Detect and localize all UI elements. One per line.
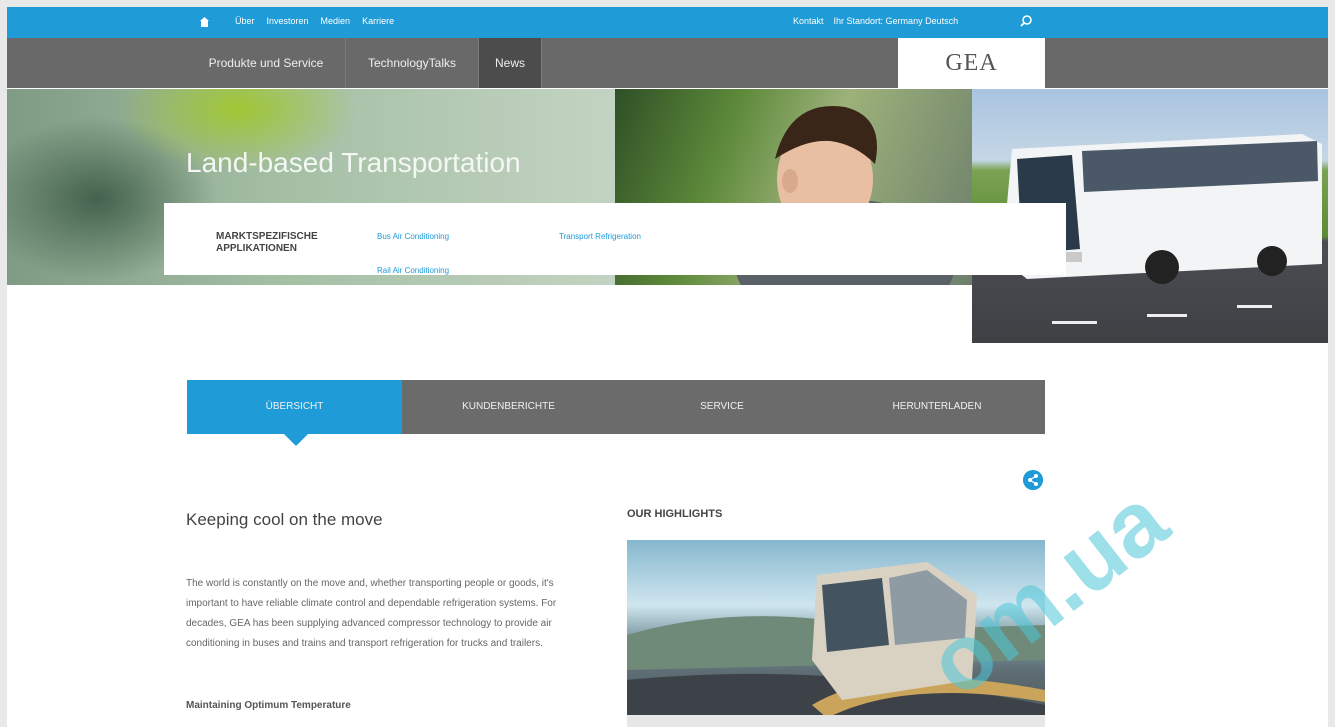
market-applications-panel: MARKTSPEZIFISCHE APPLIKATIONEN Bus Air C… — [164, 203, 1066, 275]
search-icon[interactable] — [1019, 14, 1033, 28]
main-navigation: Produkte und Service TechnologyTalks New… — [7, 38, 1328, 88]
utility-right-links: Kontakt Ihr Standort: Germany Deutsch — [793, 16, 958, 26]
utility-link-media[interactable]: Medien — [321, 16, 351, 26]
content-title: Keeping cool on the move — [186, 510, 383, 529]
share-icon[interactable] — [1023, 470, 1043, 490]
tab-customer-reports[interactable]: KUNDENBERICHTE — [402, 380, 616, 434]
home-icon[interactable] — [200, 17, 209, 27]
location-selector[interactable]: Ihr Standort: Germany Deutsch — [834, 16, 959, 26]
contact-link[interactable]: Kontakt — [793, 16, 824, 26]
link-transport-refrigeration[interactable]: Transport Refrigeration — [559, 232, 641, 241]
road-marking — [1052, 321, 1097, 324]
content-tabs: ÜBERSICHT KUNDENBERICHTE SERVICE HERUNTE… — [187, 380, 1045, 434]
active-tab-indicator — [284, 434, 308, 446]
utility-link-investors[interactable]: Investoren — [267, 16, 309, 26]
browser-page: Über Investoren Medien Karriere Kontakt … — [7, 7, 1328, 727]
nav-item-technologytalks[interactable]: TechnologyTalks — [346, 38, 479, 88]
gea-logo[interactable]: GEA — [898, 38, 1045, 89]
content-body: The world is constantly on the move and,… — [186, 578, 557, 649]
market-applications-title: MARKTSPEZIFISCHE APPLIKATIONEN — [216, 231, 318, 254]
tab-service[interactable]: SERVICE — [615, 380, 830, 434]
road-marking — [1237, 305, 1272, 308]
content-subheading: Maintaining Optimum Temperature — [186, 700, 351, 711]
utility-link-about[interactable]: Über — [235, 16, 255, 26]
link-bus-air-conditioning[interactable]: Bus Air Conditioning — [377, 232, 449, 241]
utility-bar: Über Investoren Medien Karriere Kontakt … — [7, 7, 1328, 38]
nav-item-news[interactable]: News — [479, 38, 542, 88]
link-rail-air-conditioning[interactable]: Rail Air Conditioning — [377, 266, 449, 275]
tab-downloads[interactable]: HERUNTERLADEN — [829, 380, 1045, 434]
highlight-caption-bar — [627, 715, 1045, 727]
hero-title: Land-based Transportation — [186, 147, 521, 178]
highlights-title: OUR HIGHLIGHTS — [627, 508, 723, 520]
highlight-bus-illustration — [627, 562, 1045, 727]
road-marking — [1147, 314, 1187, 317]
tab-overview[interactable]: ÜBERSICHT — [187, 380, 403, 434]
nav-item-products[interactable]: Produkte und Service — [187, 38, 346, 88]
utility-links: Über Investoren Medien Karriere — [235, 16, 394, 26]
highlight-image[interactable] — [627, 540, 1045, 727]
utility-link-careers[interactable]: Karriere — [362, 16, 394, 26]
